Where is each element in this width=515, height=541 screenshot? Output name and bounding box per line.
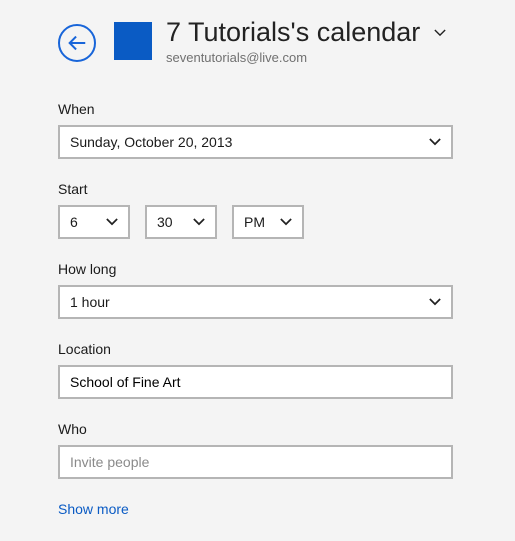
chevron-down-icon [429, 298, 441, 306]
start-minute-select[interactable]: 30 [145, 205, 217, 239]
page-title: 7 Tutorials's calendar [166, 18, 420, 48]
show-more-link[interactable]: Show more [58, 501, 457, 517]
chevron-down-icon [106, 218, 118, 226]
chevron-down-icon [434, 29, 446, 37]
chevron-down-icon [429, 138, 441, 146]
arrow-left-icon [66, 32, 88, 54]
when-label: When [58, 101, 457, 117]
calendar-selector[interactable]: 7 Tutorials's calendar [166, 18, 446, 48]
start-hour-value: 6 [70, 214, 78, 230]
howlong-label: How long [58, 261, 457, 277]
location-input[interactable] [70, 374, 441, 390]
who-label: Who [58, 421, 457, 437]
start-label: Start [58, 181, 457, 197]
location-label: Location [58, 341, 457, 357]
account-email: seventutorials@live.com [166, 50, 446, 65]
start-minute-value: 30 [157, 214, 173, 230]
start-period-value: PM [244, 214, 265, 230]
chevron-down-icon [280, 218, 292, 226]
start-hour-select[interactable]: 6 [58, 205, 130, 239]
howlong-select[interactable]: 1 hour [58, 285, 453, 319]
who-input[interactable] [70, 454, 441, 470]
howlong-value: 1 hour [70, 294, 110, 310]
who-input-wrapper [58, 445, 453, 479]
location-input-wrapper [58, 365, 453, 399]
calendar-color-block [114, 22, 152, 60]
start-period-select[interactable]: PM [232, 205, 304, 239]
when-value: Sunday, October 20, 2013 [70, 134, 232, 150]
back-button[interactable] [58, 24, 96, 62]
when-select[interactable]: Sunday, October 20, 2013 [58, 125, 453, 159]
chevron-down-icon [193, 218, 205, 226]
